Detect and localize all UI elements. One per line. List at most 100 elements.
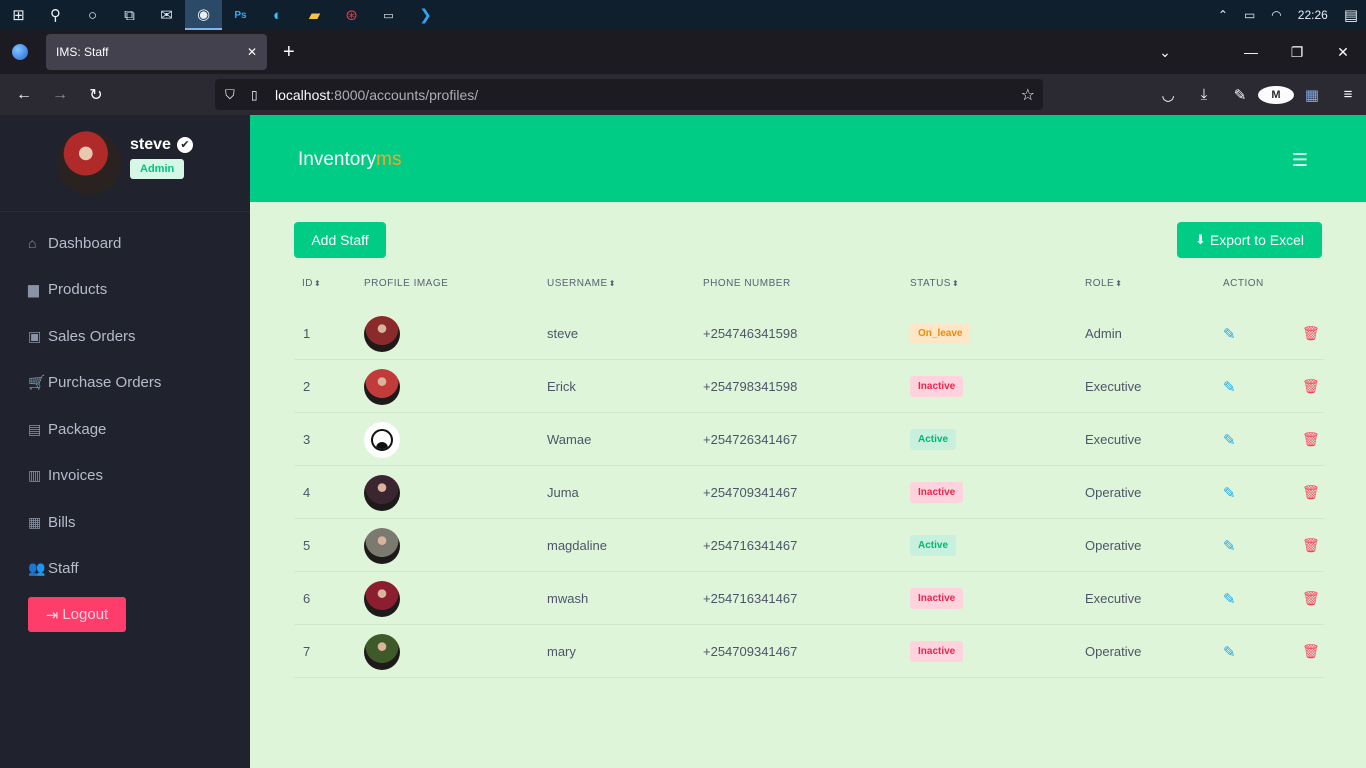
trash-icon: 🗑 — [1302, 484, 1320, 500]
edit-button[interactable]: ✎ — [1223, 625, 1236, 678]
cell-id: 6 — [303, 591, 311, 606]
shield-icon[interactable]: ⛉ — [225, 87, 243, 103]
pocket-icon[interactable]: ◡ — [1150, 86, 1186, 104]
edit-button[interactable]: ✎ — [1223, 572, 1236, 625]
minimize-icon[interactable]: — — [1228, 44, 1274, 60]
delete-button[interactable]: 🗑 — [1302, 572, 1320, 625]
back-icon[interactable]: ← — [6, 86, 42, 104]
export-excel-button[interactable]: ⬇ Export to Excel — [1177, 222, 1322, 258]
sidebar-item-dashboard[interactable]: ⌂ Dashboard — [0, 220, 250, 267]
vscode-icon[interactable]: ❯ — [407, 0, 444, 30]
sidebar-item-staff[interactable]: 👥 Staff — [0, 546, 250, 593]
page-icon[interactable]: ▯ — [251, 88, 269, 102]
edit-button[interactable]: ✎ — [1223, 519, 1236, 572]
search-icon[interactable]: ⚲ — [37, 0, 74, 30]
folder-icon: ▆ — [28, 281, 39, 298]
cell-username: mary — [547, 644, 576, 659]
col-header-role[interactable]: ROLE⬍ — [1085, 278, 1122, 289]
pencil-icon: ✎ — [1223, 643, 1236, 661]
edge-icon[interactable]: ◐ — [259, 0, 296, 30]
extension-icon[interactable]: ▦ — [1294, 86, 1330, 104]
edit-button[interactable]: ✎ — [1223, 466, 1236, 519]
cell-id: 5 — [303, 538, 311, 553]
profile-avatar[interactable] — [364, 368, 400, 405]
wifi-icon[interactable]: ◠ — [1271, 8, 1281, 22]
tab-list-icon[interactable]: ⌄ — [1142, 44, 1188, 61]
brand-logo[interactable]: Inventoryms — [298, 149, 401, 171]
terminal-icon[interactable]: ▭ — [370, 0, 407, 30]
firefox-icon[interactable]: ◉ — [185, 0, 222, 30]
task-view-icon[interactable]: ⧉ — [111, 0, 148, 30]
account-icon[interactable]: M — [1258, 85, 1294, 104]
profile-avatar[interactable] — [364, 633, 400, 670]
restore-icon[interactable]: ❐ — [1274, 44, 1320, 61]
forward-icon[interactable]: → — [42, 86, 78, 104]
profile-avatar[interactable] — [364, 421, 400, 458]
add-staff-button[interactable]: Add Staff — [294, 222, 386, 258]
delete-button[interactable]: 🗑 — [1302, 625, 1320, 678]
profile-avatar[interactable] — [364, 580, 400, 617]
cell-username: mwash — [547, 591, 589, 606]
download-icon[interactable]: ⤓ — [1186, 86, 1222, 103]
col-header-username[interactable]: USERNAME⬍ — [547, 278, 616, 289]
delete-button[interactable]: 🗑 — [1302, 360, 1320, 413]
cell-phone: +254716341467 — [703, 538, 798, 553]
logout-button[interactable]: ⇥ Logout — [28, 597, 126, 632]
new-tab-button[interactable]: + — [283, 41, 295, 64]
sidebar-item-label: Products — [48, 281, 108, 299]
delete-button[interactable]: 🗑 — [1302, 413, 1320, 466]
edit-button[interactable]: ✎ — [1223, 307, 1236, 360]
cell-id: 1 — [303, 326, 311, 341]
windows-icon[interactable]: ⊞ — [0, 0, 37, 30]
cortana-icon[interactable]: ○ — [74, 0, 111, 30]
col-header-id[interactable]: ID⬍ — [302, 278, 321, 289]
delete-button[interactable]: 🗑 — [1302, 307, 1320, 360]
wrench-icon[interactable]: ✎ — [1222, 86, 1258, 104]
sidebar-item-invoices[interactable]: ▥ Invoices — [0, 453, 250, 500]
hamburger-icon[interactable]: ☰ — [1292, 150, 1308, 171]
edit-button[interactable]: ✎ — [1223, 360, 1236, 413]
browser-tab[interactable]: IMS: Staff ✕ — [46, 34, 267, 70]
status-badge: Inactive — [910, 641, 964, 662]
sidebar-item-package[interactable]: ▤ Package — [0, 406, 250, 453]
cell-phone: +254726341467 — [703, 432, 798, 447]
profile-avatar[interactable] — [364, 315, 400, 352]
reload-icon[interactable]: ↻ — [78, 85, 114, 105]
url-bar[interactable]: ⛉ ▯ localhost:8000/accounts/profiles/ ☆ — [215, 79, 1043, 110]
photoshop-icon[interactable]: Ps — [222, 0, 259, 30]
sidebar-item-purchase-orders[interactable]: 🛒 Purchase Orders — [0, 360, 250, 407]
chevron-up-icon[interactable]: ⌃ — [1218, 8, 1228, 22]
edit-button[interactable]: ✎ — [1223, 413, 1236, 466]
close-tab-icon[interactable]: ✕ — [247, 45, 257, 59]
cell-status: Active — [910, 519, 957, 572]
mail-icon[interactable]: ✉ — [148, 0, 185, 30]
cell-status: Inactive — [910, 572, 964, 625]
cell-profile-image — [364, 360, 400, 413]
battery-icon[interactable]: ▭ — [1244, 8, 1255, 22]
cell-status: Inactive — [910, 625, 964, 678]
close-window-icon[interactable]: ✕ — [1320, 44, 1366, 61]
brand-accent: ms — [376, 149, 402, 170]
delete-button[interactable]: 🗑 — [1302, 466, 1320, 519]
profile-avatar[interactable] — [364, 527, 400, 564]
cell-phone: +254709341467 — [703, 485, 798, 500]
sidebar-item-products[interactable]: ▆ Products — [0, 267, 250, 314]
notifications-icon[interactable]: ▤ — [1344, 6, 1358, 24]
trash-icon: 🗑 — [1302, 325, 1320, 341]
file-explorer-icon[interactable]: ▰ — [296, 0, 333, 30]
clock[interactable]: 22:26 — [1298, 8, 1328, 22]
menu-icon[interactable]: ≡ — [1330, 86, 1366, 103]
col-header-status[interactable]: STATUS⬍ — [910, 278, 959, 289]
sidebar-item-bills[interactable]: ▦ Bills — [0, 499, 250, 546]
bookmark-star-icon[interactable]: ☆ — [1021, 85, 1035, 105]
cart-icon: 🛒 — [28, 374, 46, 391]
user-name: steve — [130, 135, 171, 153]
record-icon[interactable]: ⊛ — [333, 0, 370, 30]
sidebar-item-sales-orders[interactable]: ▣ Sales Orders — [0, 313, 250, 360]
profile-avatar[interactable] — [364, 474, 400, 511]
delete-button[interactable]: 🗑 — [1302, 519, 1320, 572]
firefox-menu-icon[interactable] — [0, 44, 40, 60]
sort-icon: ⬍ — [314, 279, 322, 288]
cell-role: Executive — [1085, 432, 1142, 447]
cell-phone: +254798341598 — [703, 379, 798, 394]
